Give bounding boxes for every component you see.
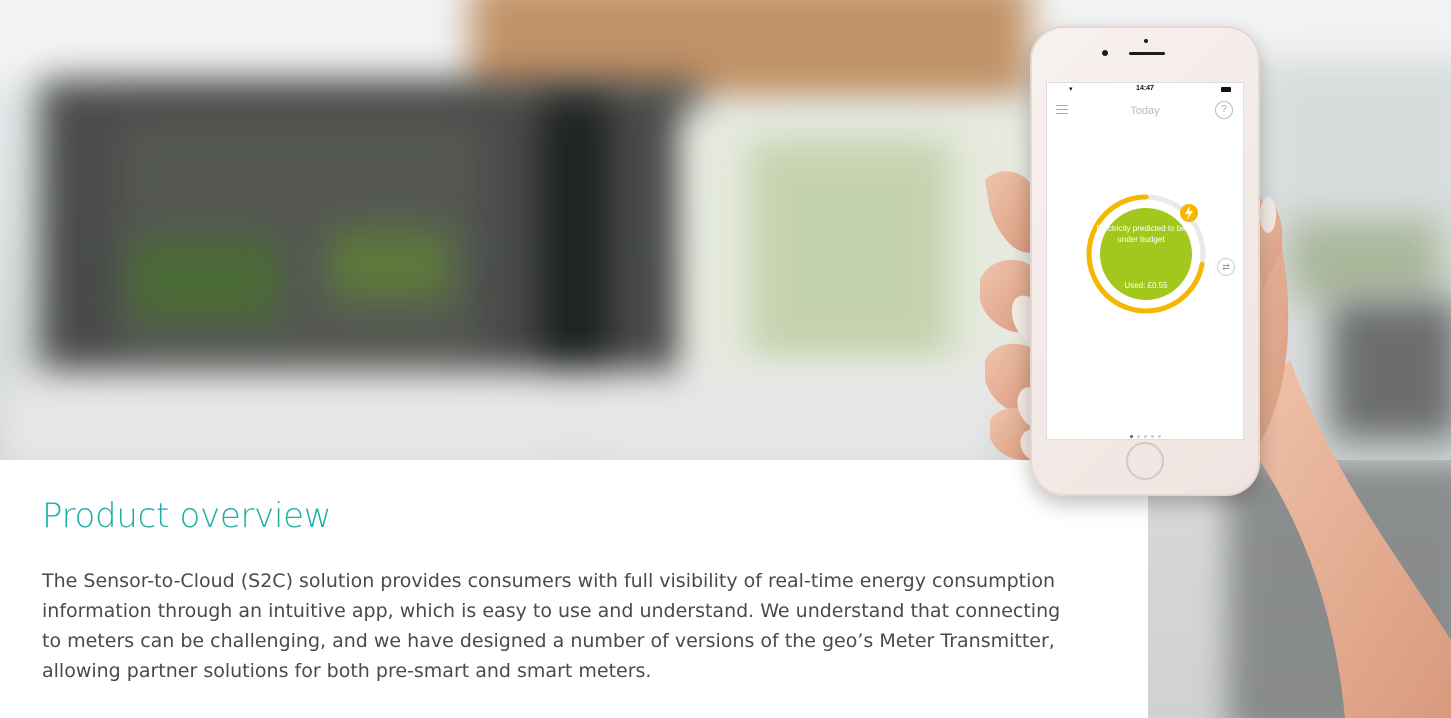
- gauge-used-value: Used: £0.55: [1124, 281, 1168, 290]
- refresh-icon[interactable]: ⇄: [1217, 258, 1235, 276]
- page-dot[interactable]: [1157, 435, 1161, 438]
- gauge-message: Electricity predicted to be under budget: [1096, 224, 1186, 244]
- page-dot[interactable]: [1150, 435, 1154, 438]
- page-indicator[interactable]: [1047, 425, 1243, 439]
- lightning-icon: [1180, 204, 1198, 222]
- smartphone: ▾ 14:47 Today ? Electricity predicted to…: [1030, 26, 1260, 496]
- front-camera: [1102, 50, 1108, 56]
- page-dot[interactable]: [1129, 435, 1133, 438]
- app-navbar: Today ?: [1047, 99, 1243, 123]
- page-dot[interactable]: [1136, 435, 1140, 438]
- page-dot[interactable]: [1143, 435, 1147, 438]
- status-time: 14:47: [1136, 85, 1154, 92]
- energy-gauge[interactable]: [1083, 191, 1209, 317]
- screen-title: Today: [1130, 105, 1160, 117]
- hand-photo-background: [1148, 460, 1451, 718]
- app-screen: ▾ 14:47 Today ? Electricity predicted to…: [1046, 82, 1244, 440]
- phone-speaker: [1129, 52, 1165, 55]
- section-title: Product overview: [42, 496, 332, 536]
- battery-icon: [1221, 87, 1231, 92]
- phone-sensor: [1144, 39, 1148, 43]
- section-body: The Sensor-to-Cloud (S2C) solution provi…: [42, 570, 1061, 682]
- home-button[interactable]: [1126, 442, 1164, 480]
- help-icon[interactable]: ?: [1215, 101, 1233, 119]
- status-bar: ▾ 14:47: [1047, 85, 1243, 95]
